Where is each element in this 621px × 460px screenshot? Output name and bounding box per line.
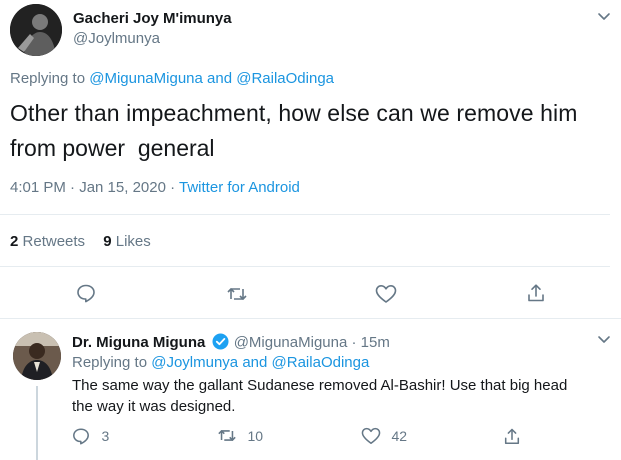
likes-label: Likes	[115, 233, 151, 250]
reply-handle-time[interactable]: @MigunaMiguna · 15m	[234, 334, 390, 351]
retweet-icon[interactable]	[226, 285, 248, 303]
reply-replying-to: Replying to @Joylmunya and @RailaOdinga	[72, 354, 369, 371]
reply-author-name[interactable]: Dr. Miguna Miguna	[72, 334, 205, 351]
retweets-count: 2	[10, 233, 19, 250]
reply-avatar[interactable]	[13, 332, 61, 380]
reply-count: 3	[101, 428, 110, 444]
reply-action[interactable]: 3	[72, 427, 109, 447]
divider	[0, 214, 610, 215]
replying-user-link[interactable]: @Joylmunya	[151, 354, 238, 371]
main-replying-to: Replying to @MigunaMiguna and @RailaOdin…	[10, 70, 334, 87]
divider	[0, 318, 621, 319]
share-icon[interactable]	[503, 427, 521, 446]
tweet-source-link[interactable]: Twitter for Android	[179, 179, 300, 196]
chevron-down-icon[interactable]	[597, 12, 611, 22]
retweet-count: 10	[247, 427, 264, 444]
replying-and: and	[207, 70, 233, 87]
main-handle[interactable]: @Joylmunya	[73, 30, 160, 47]
reply-tweet-text-line: The same way the gallant Sudanese remove…	[72, 377, 568, 394]
main-tweet-meta: 4:01 PM · Jan 15, 2020 · Twitter for And…	[10, 179, 300, 196]
main-avatar[interactable]	[10, 4, 62, 56]
meta-separator: ·	[170, 179, 176, 196]
like-count: 42	[391, 428, 408, 444]
divider	[0, 266, 610, 267]
chevron-down-icon[interactable]	[597, 335, 611, 345]
reply-icon[interactable]	[76, 283, 96, 303]
retweets-stat[interactable]: 2 Retweets	[10, 233, 89, 250]
engagement-stats: 2 Retweets 9 Likes	[10, 233, 151, 250]
replying-user-link[interactable]: @RailaOdinga	[236, 70, 334, 87]
replying-and: and	[242, 354, 268, 371]
tweet-timestamp[interactable]: 4:01 PM · Jan 15, 2020	[10, 179, 166, 196]
reply-tweet-text-line: the way it was designed.	[72, 398, 236, 415]
retweets-label: Retweets	[22, 233, 86, 250]
share-icon[interactable]	[526, 283, 546, 303]
likes-count: 9	[103, 233, 112, 250]
like-icon[interactable]	[375, 284, 397, 304]
main-tweet-text-line: from power general	[10, 135, 215, 161]
replying-prefix: Replying to	[10, 70, 86, 87]
main-tweet-text-line: Other than impeachment, how else can we …	[10, 100, 578, 126]
reply-icon	[72, 427, 90, 445]
replying-prefix: Replying to	[72, 354, 148, 371]
reply-header: Dr. Miguna Miguna @MigunaMiguna · 15m	[72, 333, 390, 351]
replying-user-link[interactable]: @RailaOdinga	[272, 354, 370, 371]
replying-user-link[interactable]: @MigunaMiguna	[89, 70, 203, 87]
retweet-icon	[217, 427, 237, 444]
main-author-name[interactable]: Gacheri Joy M'imunya	[73, 10, 232, 27]
like-icon	[361, 427, 381, 445]
verified-badge-icon	[212, 333, 229, 350]
likes-stat[interactable]: 9 Likes	[103, 233, 151, 250]
thread-line	[36, 386, 38, 460]
retweet-action[interactable]: 10	[217, 427, 263, 447]
like-action[interactable]: 42	[361, 427, 407, 447]
